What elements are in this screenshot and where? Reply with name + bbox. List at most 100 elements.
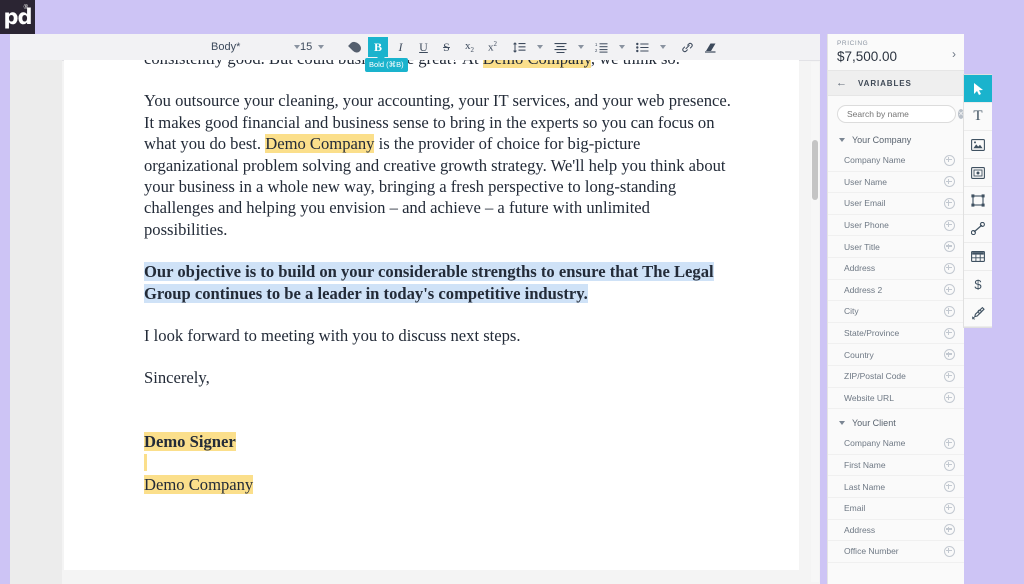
add-variable-icon[interactable] (944, 481, 955, 493)
table-tool[interactable] (964, 243, 992, 271)
variable-name: Country (844, 349, 874, 360)
variable-name: Company Name (844, 155, 906, 166)
variable-group-your-client[interactable]: Your Client (828, 412, 964, 433)
text-color-icon[interactable] (345, 37, 366, 57)
numbered-list-dropdown-icon[interactable] (614, 37, 630, 57)
variable-name: City (844, 306, 859, 317)
chevron-right-icon[interactable]: › (952, 48, 956, 60)
text-tool[interactable]: T (964, 103, 992, 131)
pandadoc-logo[interactable]: pd ® (0, 0, 35, 34)
paragraph-1[interactable]: consistently good. But could business be… (144, 60, 734, 69)
video-tool[interactable] (964, 159, 992, 187)
selected-bold-text[interactable]: Our objective is to build on your consid… (144, 262, 714, 303)
bulleted-list-icon[interactable] (632, 37, 653, 57)
add-variable-icon[interactable] (944, 349, 955, 361)
variable-row[interactable]: ZIP/Postal Code (828, 366, 964, 388)
document-body[interactable]: consistently good. But could business be… (144, 60, 734, 495)
variable-row[interactable]: Office Number (828, 541, 964, 563)
shape-tool[interactable] (964, 187, 992, 215)
variable-token-company[interactable]: Demo Company (144, 474, 254, 494)
variable-name: Website URL (844, 392, 894, 403)
variable-row[interactable]: User Email (828, 193, 964, 215)
variable-row[interactable]: Address (828, 520, 964, 542)
link-icon[interactable] (677, 37, 698, 57)
paragraph-2[interactable]: You outsource your cleaning, your accoun… (144, 90, 734, 240)
underline-button[interactable]: U (413, 37, 434, 57)
svg-text:1: 1 (595, 42, 598, 47)
formatting-toolbar: Body* 15 B I U S x2 x2 1 2 (10, 34, 820, 61)
variable-row[interactable]: Website URL (828, 388, 964, 410)
clear-formatting-icon[interactable] (700, 37, 721, 57)
variable-row[interactable]: User Title (828, 236, 964, 258)
italic-button[interactable]: I (390, 37, 411, 57)
numbered-list-icon[interactable]: 1 2 (591, 37, 612, 57)
search-input[interactable] (847, 109, 958, 119)
line-spacing-icon[interactable] (509, 37, 530, 57)
variable-group-your-company[interactable]: Your Company (828, 129, 964, 150)
strikethrough-button[interactable]: S (436, 37, 457, 57)
text-run: Sincerely, (144, 368, 210, 388)
pricing-tool[interactable]: $ (964, 271, 992, 299)
line-tool[interactable] (964, 215, 992, 243)
variable-row[interactable]: Last Name (828, 476, 964, 498)
document-page[interactable]: consistently good. But could business be… (64, 60, 799, 570)
variable-row[interactable]: Email (828, 498, 964, 520)
paragraph-signer-company[interactable]: Demo Company (144, 474, 734, 495)
text-icon: T (973, 108, 983, 124)
variable-row[interactable]: Company Name (828, 150, 964, 172)
font-size-select[interactable]: 15 (300, 37, 340, 57)
align-dropdown-icon[interactable] (573, 37, 589, 57)
subscript-button[interactable]: x2 (459, 37, 480, 57)
paragraph-style-select[interactable]: Body* (208, 37, 300, 57)
variable-row[interactable]: User Phone (828, 215, 964, 237)
paragraph-3-selected[interactable]: Our objective is to build on your consid… (144, 261, 734, 304)
variable-row[interactable]: City (828, 301, 964, 323)
paragraph-4[interactable]: I look forward to meeting with you to di… (144, 325, 734, 346)
add-variable-icon[interactable] (944, 327, 955, 339)
variable-name: User Name (844, 176, 887, 187)
variable-row[interactable]: Address (828, 258, 964, 280)
right-panel: PRICING $7,500.00 › ← VARIABLES ✕ Your C… (827, 34, 964, 584)
add-variable-icon[interactable] (944, 524, 955, 536)
add-variable-icon[interactable] (944, 284, 955, 296)
shape-icon (971, 194, 985, 207)
add-variable-icon[interactable] (944, 545, 955, 557)
variable-row[interactable]: State/Province (828, 323, 964, 345)
paragraph-caret-line[interactable] (144, 452, 734, 473)
bulleted-list-dropdown-icon[interactable] (655, 37, 671, 57)
variable-name: User Email (844, 198, 886, 209)
add-variable-icon[interactable] (944, 154, 955, 166)
paragraph-signoff[interactable]: Sincerely, (144, 367, 734, 388)
select-tool[interactable] (964, 75, 992, 103)
add-variable-icon[interactable] (944, 262, 955, 274)
signature-tool[interactable] (964, 299, 992, 327)
add-variable-icon[interactable] (944, 392, 955, 404)
variable-row[interactable]: Address 2 (828, 280, 964, 302)
add-variable-icon[interactable] (944, 437, 955, 449)
add-variable-icon[interactable] (944, 176, 955, 188)
variable-row[interactable]: Company Name (828, 433, 964, 455)
variable-row[interactable]: Country (828, 344, 964, 366)
image-tool[interactable] (964, 131, 992, 159)
pricing-section-header[interactable]: PRICING $7,500.00 › (828, 34, 964, 70)
add-variable-icon[interactable] (944, 502, 955, 514)
align-icon[interactable] (550, 37, 571, 57)
document-scrollbar-thumb[interactable] (812, 140, 818, 200)
superscript-button[interactable]: x2 (482, 37, 503, 57)
variable-token-company[interactable]: Demo Company (265, 134, 375, 154)
variable-row[interactable]: First Name (828, 455, 964, 477)
variable-token-company[interactable]: Demo Company (482, 60, 591, 68)
variable-token-signer[interactable]: Demo Signer (144, 431, 236, 451)
paragraph-style-value: Body* (211, 41, 241, 53)
line-spacing-dropdown-icon[interactable] (532, 37, 548, 57)
add-variable-icon[interactable] (944, 241, 955, 253)
add-variable-icon[interactable] (944, 370, 955, 382)
add-variable-icon[interactable] (944, 197, 955, 209)
variables-search[interactable]: ✕ (837, 105, 964, 123)
add-variable-icon[interactable] (944, 459, 955, 471)
paragraph-signer[interactable]: Demo Signer (144, 431, 734, 452)
add-variable-icon[interactable] (944, 305, 955, 317)
add-variable-icon[interactable] (944, 219, 955, 231)
back-arrow-icon[interactable]: ← (836, 77, 847, 89)
variable-row[interactable]: User Name (828, 172, 964, 194)
